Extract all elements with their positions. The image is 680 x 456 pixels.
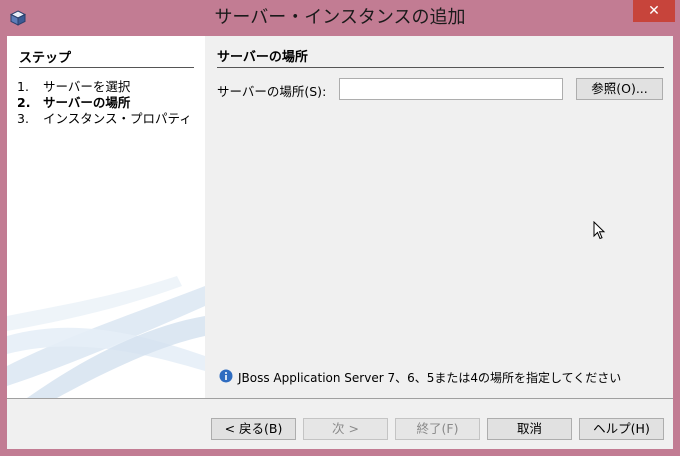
close-button[interactable]: ✕ bbox=[633, 0, 675, 22]
browse-button[interactable]: 参照(O)... bbox=[576, 78, 663, 100]
info-message: JBoss Application Server 7、6、5または4の場所を指定… bbox=[238, 371, 622, 385]
info-icon bbox=[219, 369, 233, 383]
server-location-input[interactable] bbox=[339, 78, 563, 100]
step-item-instance-properties: 3. インスタンス・プロパティ bbox=[17, 108, 192, 127]
step-label: インスタンス・プロパティ bbox=[43, 111, 192, 126]
help-button[interactable]: ヘルプ(H) bbox=[579, 418, 664, 440]
dialog-window: サーバー・インスタンスの追加 ✕ ステップ 1. サーバーを選択 2. サーバーの場… bbox=[0, 0, 680, 456]
step-number: 3. bbox=[17, 111, 29, 126]
cancel-button[interactable]: 取消 bbox=[487, 418, 572, 440]
finish-button[interactable]: 終了(F) bbox=[395, 418, 480, 440]
server-location-label: サーバーの場所(S): bbox=[217, 84, 327, 99]
steps-header: ステップ bbox=[19, 47, 194, 68]
back-button[interactable]: < 戻る(B) bbox=[211, 418, 296, 440]
title-bar[interactable]: サーバー・インスタンスの追加 ✕ bbox=[0, 0, 680, 36]
content-title: サーバーの場所 bbox=[217, 46, 664, 68]
mouse-cursor-icon bbox=[593, 221, 606, 240]
window-title: サーバー・インスタンスの追加 bbox=[214, 7, 466, 28]
steps-panel: ステップ 1. サーバーを選択 2. サーバーの場所 3. インスタンス・プロパティ bbox=[7, 36, 205, 398]
footer-divider bbox=[7, 398, 673, 399]
dialog-body: ステップ 1. サーバーを選択 2. サーバーの場所 3. インスタンス・プロパティ … bbox=[7, 36, 673, 449]
next-button[interactable]: 次 > bbox=[303, 418, 388, 440]
